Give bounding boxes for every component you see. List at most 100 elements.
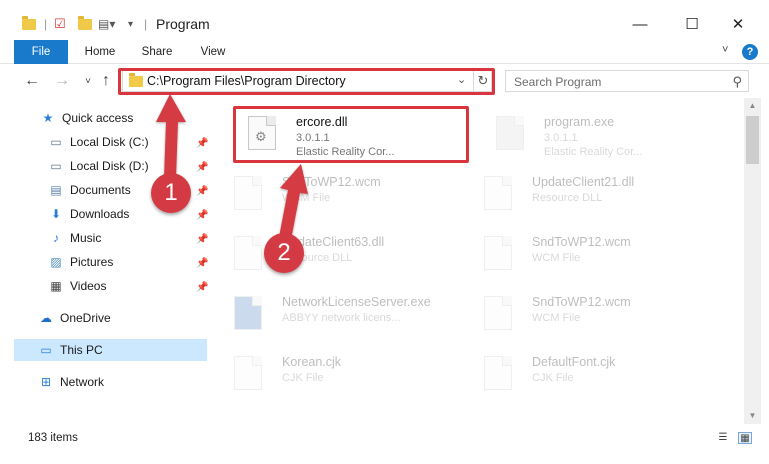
nav-item-local-disk-d[interactable]: ▭ Local Disk (D:) <box>48 155 149 177</box>
file-version: 3.0.1.1 <box>544 132 578 144</box>
tiles-view-icon[interactable]: ▦ <box>738 432 752 444</box>
window-title: Program <box>156 16 210 32</box>
file-name: UpdateClient21.dll <box>532 175 635 189</box>
nav-item-downloads[interactable]: ⬇ Downloads <box>48 203 129 225</box>
drive-icon: ▭ <box>50 135 62 149</box>
search-input[interactable]: Search Program <box>514 75 601 89</box>
file-icon <box>484 296 512 330</box>
file-item[interactable]: NetworkLicenseServer.exe ABBYY network l… <box>222 286 462 338</box>
file-type: WCM File <box>532 252 581 264</box>
customize-icon[interactable]: ▤▾ <box>98 14 115 34</box>
file-type: CJK File <box>282 372 324 384</box>
file-icon <box>234 356 262 390</box>
dll-file-icon <box>234 236 262 270</box>
recent-dropdown-icon[interactable]: ˅ <box>78 76 98 87</box>
file-item-program[interactable]: program.exe 3.0.1.1 Elastic Reality Cor.… <box>484 106 724 158</box>
customize-dropdown-icon[interactable]: ▾ <box>128 14 133 34</box>
nav-item-quick-access[interactable]: ★ Quick access <box>40 107 134 129</box>
tab-share[interactable]: Share <box>134 40 180 64</box>
nav-item-pictures[interactable]: ▨ Pictures <box>48 251 113 273</box>
up-arrow-icon[interactable]: ↑ <box>96 72 116 90</box>
close-button[interactable]: ✕ <box>718 10 758 38</box>
scroll-thumb[interactable] <box>746 116 759 164</box>
title-bar: | ☑ ▤▾ ▾ | Program — ☐ ✕ <box>0 0 769 40</box>
search-box[interactable]: Search Program ⚲ <box>505 70 749 92</box>
documents-icon: ▤ <box>50 183 62 197</box>
pictures-icon: ▨ <box>50 255 62 269</box>
address-highlight-box <box>118 68 495 95</box>
pin-icon: 📌 <box>196 186 209 197</box>
dll-file-icon <box>484 176 512 210</box>
file-icon <box>484 236 512 270</box>
nav-item-label: OneDrive <box>60 311 111 325</box>
new-folder-icon[interactable] <box>78 14 92 34</box>
vertical-scrollbar[interactable]: ▲ ▼ <box>744 98 761 424</box>
nav-item-this-pc[interactable]: ▭ This PC <box>14 339 207 361</box>
network-icon: ⊞ <box>40 375 52 389</box>
file-name: SndToWP12.wcm <box>282 175 381 189</box>
file-name: program.exe <box>544 115 615 129</box>
file-type: WCM File <box>532 312 581 324</box>
file-name: Korean.cjk <box>282 355 342 369</box>
separator: | <box>44 17 48 31</box>
details-view-icon[interactable]: ☰ <box>716 432 730 444</box>
file-name: SndToWP12.wcm <box>532 235 631 249</box>
nav-item-music[interactable]: ♪ Music <box>48 227 101 249</box>
back-arrow-icon[interactable]: ← <box>22 72 42 90</box>
file-item[interactable]: SndToWP12.wcm WCM File <box>222 166 462 218</box>
callout-badge-1: 1 <box>151 173 191 213</box>
file-name: NetworkLicenseServer.exe <box>282 295 431 309</box>
help-icon[interactable]: ? <box>742 44 758 60</box>
file-item[interactable]: SndToWP12.wcm WCM File <box>472 286 712 338</box>
file-type: ABBYY network licens... <box>282 312 401 324</box>
pin-icon: 📌 <box>196 282 209 293</box>
search-icon[interactable]: ⚲ <box>732 74 742 90</box>
folder-icon[interactable] <box>22 14 36 34</box>
nav-item-documents[interactable]: ▤ Documents <box>48 179 131 201</box>
nav-item-local-disk-c[interactable]: ▭ Local Disk (C:) <box>48 131 149 153</box>
download-icon: ⬇ <box>50 207 62 221</box>
drive-icon: ▭ <box>50 159 62 173</box>
music-icon: ♪ <box>53 231 59 245</box>
file-icon <box>234 176 262 210</box>
callout-badge-2: 2 <box>264 233 304 273</box>
exe-file-icon <box>496 116 524 150</box>
minimize-button[interactable]: — <box>620 10 660 38</box>
maximize-button[interactable]: ☐ <box>672 10 712 38</box>
scroll-down-icon[interactable]: ▼ <box>744 408 761 424</box>
scroll-up-icon[interactable]: ▲ <box>744 98 761 114</box>
nav-item-label: Downloads <box>70 207 130 221</box>
tab-view[interactable]: View <box>192 40 234 64</box>
properties-icon[interactable]: ☑ <box>54 14 66 34</box>
nav-item-label: Quick access <box>62 111 134 125</box>
file-type: Resource DLL <box>532 192 603 204</box>
file-item[interactable]: UpdateClient63.dll Resource DLL <box>222 226 462 278</box>
exe-file-icon <box>234 296 262 330</box>
nav-item-label: Music <box>70 231 102 245</box>
expand-ribbon-icon[interactable]: ˅ <box>722 44 728 56</box>
star-icon: ★ <box>42 111 54 125</box>
nav-item-label: Local Disk (D:) <box>70 159 149 173</box>
tab-home[interactable]: Home <box>78 40 122 64</box>
nav-item-label: Network <box>60 375 105 389</box>
file-item[interactable]: DefaultFont.cjk CJK File <box>472 346 712 398</box>
forward-arrow-icon[interactable]: → <box>52 72 72 90</box>
file-name: DefaultFont.cjk <box>532 355 616 369</box>
nav-item-label: Documents <box>70 183 131 197</box>
address-row: ← → ˅ ↑ C:\Program Files\Program Directo… <box>0 64 769 98</box>
file-item[interactable]: Korean.cjk CJK File <box>222 346 462 398</box>
nav-item-label: Local Disk (C:) <box>70 135 149 149</box>
videos-icon: ▦ <box>50 279 62 293</box>
file-type: WCM File <box>282 192 331 204</box>
computer-icon: ▭ <box>40 343 52 357</box>
nav-item-onedrive[interactable]: ☁ OneDrive <box>38 307 111 329</box>
file-item[interactable]: UpdateClient21.dll Resource DLL <box>472 166 712 218</box>
separator: | <box>144 17 148 31</box>
navigation-pane: ★ Quick access ▭ Local Disk (C:) 📌 ▭ Loc… <box>0 98 210 424</box>
nav-item-label: Videos <box>70 279 107 293</box>
file-name: SndToWP12.wcm <box>532 295 631 309</box>
tab-file[interactable]: File <box>14 40 68 64</box>
nav-item-network[interactable]: ⊞ Network <box>38 371 104 393</box>
file-item[interactable]: SndToWP12.wcm WCM File <box>472 226 712 278</box>
nav-item-videos[interactable]: ▦ Videos <box>48 275 106 297</box>
